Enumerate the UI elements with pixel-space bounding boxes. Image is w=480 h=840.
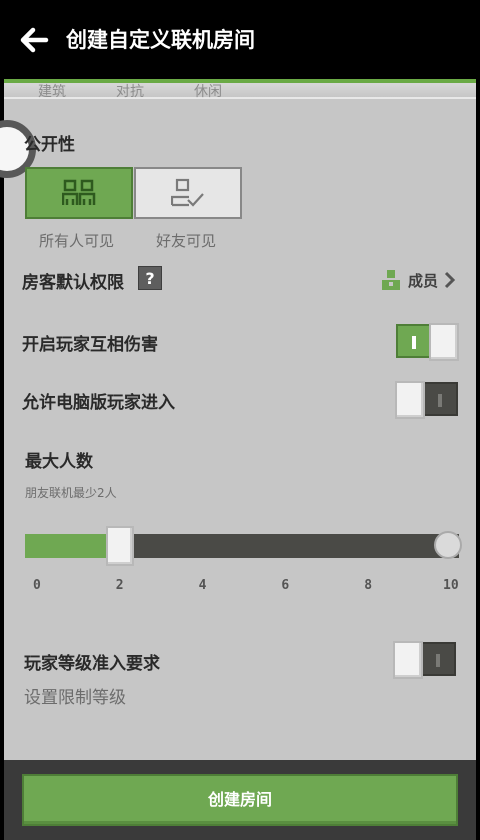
slider-tick-label: 6 [281,578,290,593]
toggle-off-mark [438,394,442,407]
visibility-friends-label: 好友可见 [156,232,217,250]
chevron-right-icon [444,271,456,289]
top-bar: 创建自定义联机房间 [0,0,480,80]
slider-tick-label: 0 [33,578,41,593]
slider-end-cap [434,531,462,559]
member-icon [381,270,400,290]
back-arrow-icon[interactable] [16,22,52,58]
visibility-everyone-button[interactable] [25,167,133,219]
help-button[interactable]: ? [138,266,162,290]
slider-thumb[interactable] [105,526,134,566]
level-requirement-sub: 设置限制等级 [24,688,126,708]
toggle-on-mark [412,336,416,349]
guest-permission-value: 成员 [407,271,438,290]
guest-permission-selector[interactable]: 成员 [380,268,456,292]
visibility-label: 公开性 [24,135,75,155]
slider-tick-label: 2 [115,578,124,593]
level-requirement-label: 玩家等级准入要求 [24,654,160,674]
visibility-everyone-label: 所有人可见 [39,232,115,250]
tab-build[interactable]: 建筑 [38,81,66,101]
create-room-button[interactable]: 创建房间 [22,774,458,826]
pc-join-toggle[interactable] [395,381,458,419]
toggle-knob [393,641,423,679]
toggle-knob [429,323,459,361]
pvp-toggle[interactable] [396,323,459,361]
max-players-slider[interactable] [25,534,459,558]
page-title: 创建自定义联机房间 [66,28,255,52]
toggle-knob [395,381,425,419]
visibility-friends-button[interactable] [134,167,242,219]
slider-tick-label: 10 [443,578,459,593]
slider-tick-label: 8 [364,578,373,593]
tab-casual[interactable]: 休闲 [194,81,222,101]
guest-permission-label: 房客默认权限 [22,273,124,293]
tab-versus[interactable]: 对抗 [116,81,144,101]
max-players-hint: 朋友联机最少2人 [25,486,117,500]
slider-tick-label: 4 [198,578,207,593]
pvp-label: 开启玩家互相伤害 [22,335,158,355]
max-players-label: 最大人数 [25,452,93,472]
slider-ticks: 0 2 4 6 8 10 [25,578,459,594]
group-icon [62,179,96,205]
pc-join-label: 允许电脑版玩家进入 [22,393,175,413]
toggle-off-mark [436,654,440,667]
friend-check-icon [171,178,204,207]
scroll-fade [4,83,476,99]
level-requirement-toggle[interactable] [393,641,456,679]
